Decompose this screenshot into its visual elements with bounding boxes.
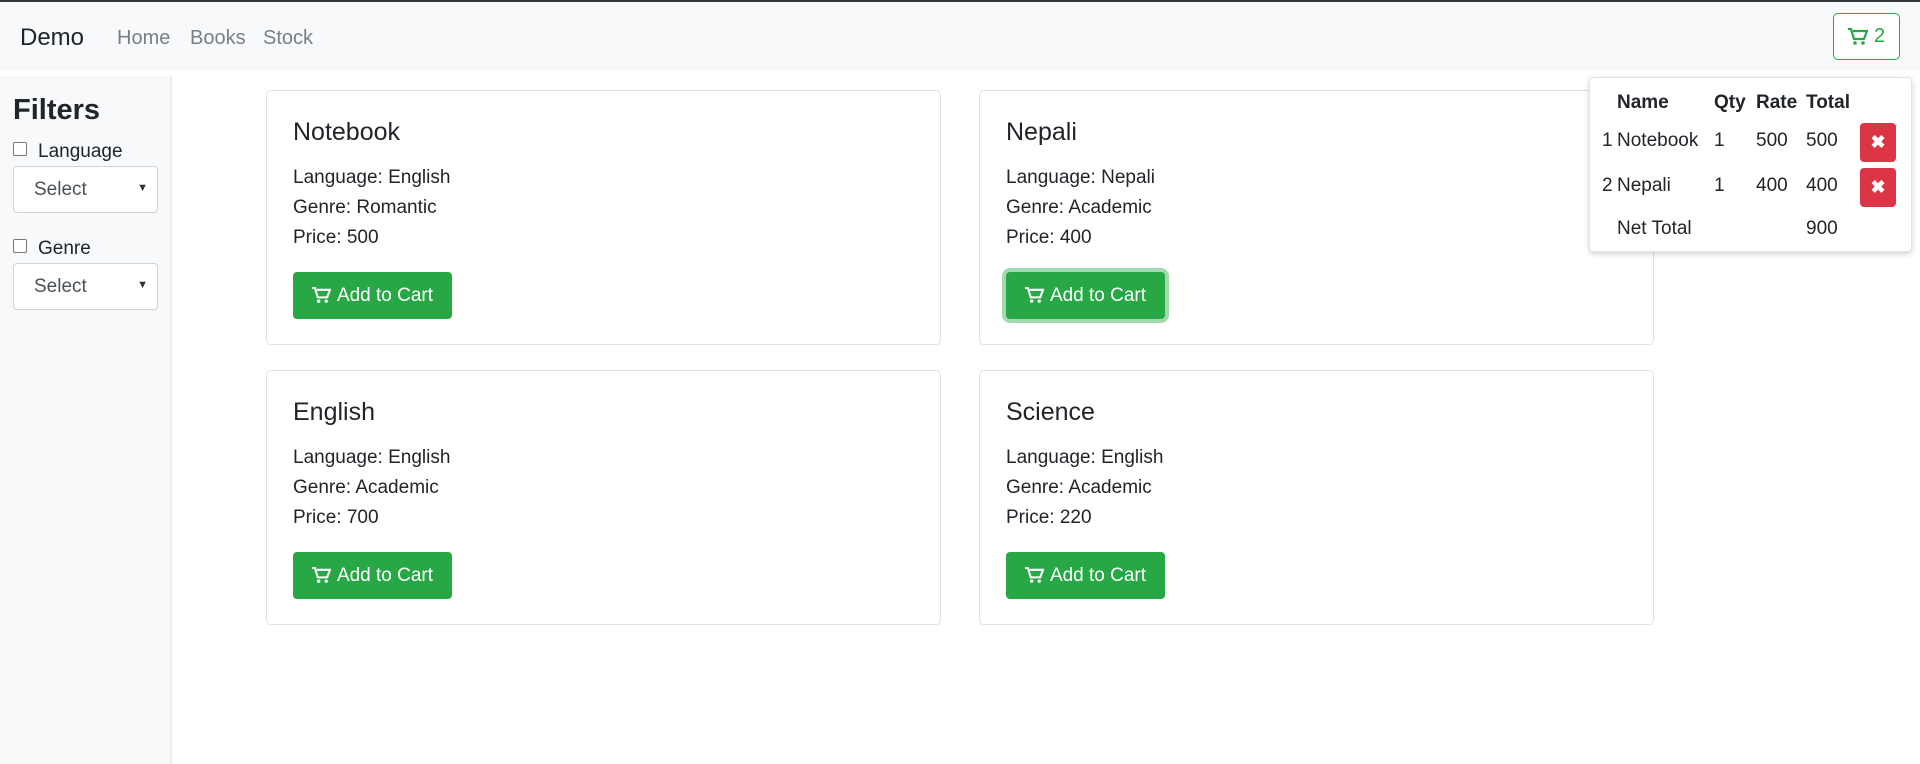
remove-item-button[interactable]: ✖ [1860, 123, 1896, 162]
book-language: Language: English [1006, 447, 1164, 468]
language-filter-label: Language [38, 141, 123, 162]
cart-header-rate: Rate [1756, 92, 1798, 113]
cart-item-name: Nepali [1617, 175, 1671, 196]
cart-count-badge: 2 [1873, 25, 1886, 47]
navbar: Demo Home Books Stock 2 [0, 2, 1920, 71]
genre-select-value: Select [34, 275, 87, 297]
book-card-science: Science Language: English Genre: Academi… [979, 370, 1654, 625]
book-title: English [293, 398, 375, 426]
book-genre: Genre: Academic [293, 477, 439, 498]
cart-icon [1024, 287, 1044, 303]
times-icon: ✖ [1870, 132, 1886, 152]
cart-header-name: Name [1617, 92, 1669, 113]
language-filter-checkbox[interactable] [13, 142, 27, 156]
book-card-nepali: Nepali Language: Nepali Genre: Academic … [979, 90, 1654, 345]
book-genre: Genre: Romantic [293, 197, 437, 218]
times-icon: ✖ [1870, 177, 1886, 197]
add-to-cart-button[interactable]: Add to Cart [1006, 272, 1165, 319]
cart-item-rate: 500 [1756, 130, 1788, 151]
language-select[interactable]: Select ▼ [13, 166, 158, 213]
book-price: Price: 220 [1006, 507, 1092, 528]
language-select-value: Select [34, 178, 87, 200]
genre-filter-label: Genre [38, 238, 91, 259]
cart-item-qty: 1 [1714, 130, 1725, 151]
genre-filter-checkbox[interactable] [13, 239, 27, 253]
nav-link-stock[interactable]: Stock [263, 27, 313, 50]
add-to-cart-label: Add to Cart [1049, 284, 1147, 306]
cart-icon [311, 287, 331, 303]
add-to-cart-button[interactable]: Add to Cart [1006, 552, 1165, 599]
brand-logo[interactable]: Demo [20, 24, 84, 52]
cart-header-qty: Qty [1714, 92, 1746, 113]
nav-link-home[interactable]: Home [117, 27, 170, 50]
book-language: Language: English [293, 447, 451, 468]
book-genre: Genre: Academic [1006, 477, 1152, 498]
book-genre: Genre: Academic [1006, 197, 1152, 218]
cart-icon [1847, 27, 1868, 45]
cart-item-rate: 400 [1756, 175, 1788, 196]
cart-item-qty: 1 [1714, 175, 1725, 196]
cart-dropdown: Name Qty Rate Total 1 Notebook 1 500 500… [1589, 77, 1912, 252]
cart-item-total: 400 [1806, 175, 1838, 196]
book-title: Science [1006, 398, 1095, 426]
book-card-english: English Language: English Genre: Academi… [266, 370, 941, 625]
filters-title: Filters [13, 94, 101, 126]
caret-down-icon: ▼ [137, 182, 148, 194]
cart-item-total: 500 [1806, 130, 1838, 151]
book-price: Price: 700 [293, 507, 379, 528]
cart-item-index: 2 [1602, 175, 1613, 196]
cart-header-total: Total [1806, 92, 1850, 113]
remove-item-button[interactable]: ✖ [1860, 168, 1896, 207]
book-language: Language: Nepali [1006, 167, 1155, 188]
add-to-cart-label: Add to Cart [336, 284, 434, 306]
add-to-cart-button[interactable]: Add to Cart [293, 552, 452, 599]
caret-down-icon: ▼ [137, 279, 148, 291]
filters-sidebar: Filters Language Select ▼ Genre Select ▼ [0, 76, 172, 764]
cart-item-name: Notebook [1617, 130, 1699, 151]
book-price: Price: 500 [293, 227, 379, 248]
book-title: Notebook [293, 118, 401, 146]
add-to-cart-label: Add to Cart [1049, 564, 1147, 586]
net-total-label: Net Total [1617, 218, 1692, 239]
add-to-cart-label: Add to Cart [336, 564, 434, 586]
cart-icon [311, 567, 331, 583]
book-title: Nepali [1006, 118, 1077, 146]
add-to-cart-button[interactable]: Add to Cart [293, 272, 452, 319]
book-language: Language: English [293, 167, 451, 188]
cart-icon [1024, 567, 1044, 583]
genre-select[interactable]: Select ▼ [13, 263, 158, 310]
cart-item-index: 1 [1602, 130, 1613, 151]
net-total-value: 900 [1806, 218, 1838, 239]
book-price: Price: 400 [1006, 227, 1092, 248]
nav-link-books[interactable]: Books [190, 27, 246, 50]
book-card-notebook: Notebook Language: English Genre: Romant… [266, 90, 941, 345]
cart-toggle-button[interactable]: 2 [1833, 13, 1900, 60]
